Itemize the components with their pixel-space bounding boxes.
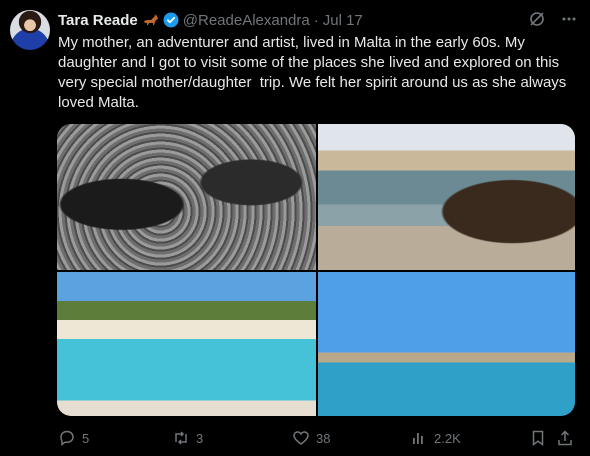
- author-avatar[interactable]: [10, 10, 50, 50]
- media-photo-vintage[interactable]: [57, 124, 316, 270]
- tweet-date[interactable]: Jul 17: [323, 12, 363, 29]
- media-photo-seaside[interactable]: [318, 124, 575, 270]
- media-grid: [57, 124, 575, 416]
- header-actions: [528, 10, 578, 28]
- repost-icon: [175, 431, 187, 445]
- grok-icon[interactable]: [528, 10, 546, 28]
- share-icon: [558, 430, 572, 446]
- action-bar: 5 3 38 2.2K: [58, 428, 576, 448]
- author-name[interactable]: Tara Reade: [58, 12, 138, 29]
- views-icon: [413, 433, 423, 444]
- bookmark-icon: [532, 430, 544, 446]
- tweet-header: Tara Reade @ReadeAlexandra · Jul 17: [58, 10, 578, 30]
- reply-button[interactable]: 5: [58, 429, 89, 447]
- repost-button[interactable]: 3: [172, 429, 203, 447]
- reply-icon: [60, 430, 74, 447]
- like-count: 38: [316, 430, 331, 446]
- media-photo-pool[interactable]: [57, 272, 316, 416]
- views-button[interactable]: 2.2K: [410, 429, 461, 447]
- bookmark-button[interactable]: [529, 429, 547, 447]
- more-icon[interactable]: [560, 10, 578, 28]
- like-button[interactable]: 38: [292, 429, 330, 447]
- verified-badge-icon[interactable]: [163, 12, 179, 28]
- reply-count: 5: [82, 430, 90, 446]
- separator-dot: ·: [313, 11, 319, 29]
- views-count: 2.2K: [434, 430, 461, 446]
- author-handle[interactable]: @ReadeAlexandra: [183, 12, 310, 29]
- share-button[interactable]: [556, 429, 574, 447]
- media-photo-harbor[interactable]: [318, 272, 575, 416]
- like-icon: [293, 431, 309, 445]
- horse-emoji-icon: [143, 14, 158, 25]
- tweet-text: My mother, an adventurer and artist, liv…: [58, 34, 571, 111]
- repost-count: 3: [196, 430, 204, 446]
